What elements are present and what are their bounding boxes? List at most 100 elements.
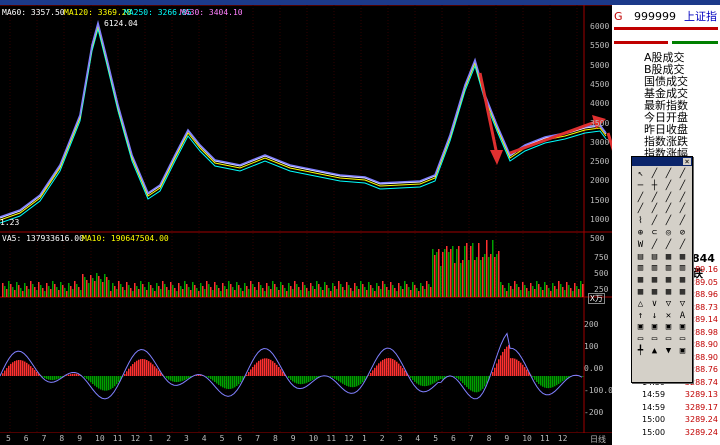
drawing-tool-icon[interactable]: ▦ xyxy=(663,275,674,286)
volume-bar xyxy=(354,283,356,297)
drawing-tool-icon[interactable]: ┼ xyxy=(649,181,660,192)
drawing-tool-icon[interactable]: ▭ xyxy=(635,334,646,345)
macd-bar xyxy=(422,376,424,387)
drawing-tool-icon[interactable]: ╱ xyxy=(649,193,660,204)
drawing-tool-icon[interactable]: ∨ xyxy=(649,299,660,310)
date-tick: 7 xyxy=(468,434,474,443)
drawing-tool-icon[interactable]: ╱ xyxy=(663,216,674,227)
drawing-tool-icon[interactable]: ◎ xyxy=(663,228,674,239)
volume-bar xyxy=(578,289,580,297)
drawing-tool-icon[interactable]: ╱ xyxy=(649,169,660,180)
macd-bar xyxy=(558,376,560,384)
drawing-tool-icon[interactable]: ╱ xyxy=(663,193,674,204)
macd-bar xyxy=(256,362,258,376)
drawing-tool-icon[interactable]: ▽ xyxy=(677,299,688,310)
drawing-tool-icon[interactable]: ╱ xyxy=(677,240,688,251)
drawing-tool-icon[interactable]: ▦ xyxy=(635,275,646,286)
drawing-tool-icon[interactable]: ╱ xyxy=(649,240,660,251)
volume-bar xyxy=(254,287,256,297)
drawing-tool-icon[interactable]: ▲ xyxy=(649,346,660,357)
drawing-tool-icon[interactable]: ▤ xyxy=(635,252,646,263)
drawing-tool-icon[interactable]: ⊂ xyxy=(649,228,660,239)
drawing-tool-icon[interactable]: ╱ xyxy=(677,216,688,227)
drawing-tool-icon[interactable]: ╱ xyxy=(649,204,660,215)
drawing-tool-icon[interactable]: ▦ xyxy=(677,275,688,286)
drawing-tool-icon[interactable]: ▦ xyxy=(677,287,688,298)
drawing-tool-icon[interactable]: ▣ xyxy=(649,322,660,333)
volume-bar xyxy=(190,290,192,297)
drawing-tool-icon[interactable]: ╱ xyxy=(677,169,688,180)
drawing-tool-icon[interactable]: ⊕ xyxy=(635,228,646,239)
volume-bar xyxy=(94,281,96,297)
drawing-tool-icon[interactable]: ╱ xyxy=(677,181,688,192)
drawing-tool-icon[interactable]: ▤ xyxy=(649,252,660,263)
drawing-tool-icon[interactable]: ▣ xyxy=(677,346,688,357)
drawing-tool-icon[interactable]: ▦ xyxy=(677,252,688,263)
volume-bar xyxy=(430,287,432,297)
volume-bar xyxy=(222,283,224,297)
drawing-tool-icon[interactable]: ↑ xyxy=(635,311,646,322)
drawing-tool-icon[interactable]: ╱ xyxy=(677,193,688,204)
volume-bar xyxy=(374,291,376,297)
drawing-tool-icon[interactable]: ╱ xyxy=(649,216,660,227)
drawing-tool-icon[interactable]: ✕ xyxy=(663,311,674,322)
volume-bar xyxy=(120,284,122,297)
drawing-tool-icon[interactable]: ↓ xyxy=(649,311,660,322)
macd-bar xyxy=(264,358,266,376)
peak-label: 6124.04 xyxy=(104,19,138,28)
drawing-tool-icon[interactable]: ▦ xyxy=(649,275,660,286)
drawing-tool-icon[interactable]: ╱ xyxy=(677,204,688,215)
macd-bar xyxy=(466,376,468,388)
drawing-toolbox[interactable]: × ↖ ╱ ╱ ╱ ─ ┼ ╱ ╱ ╱ ╱ ╱ ╱ ╱ ╱ ╱ ╱ ⌇ ╱ ╱ ╱ ⊕ ⊂ ◎ ⊘ W ╱ ╱ ╱ ▤ ▤ ▦ ▦ ▥ ▥ ▥ ▥ ▦ ▦… xyxy=(631,156,693,383)
drawing-tool-icon[interactable]: ▥ xyxy=(635,263,646,274)
drawing-tool-icon[interactable]: ╱ xyxy=(663,181,674,192)
volume-bar xyxy=(580,281,582,297)
drawing-tool-icon[interactable]: ▦ xyxy=(635,287,646,298)
drawing-tool-icon[interactable]: ╱ xyxy=(663,204,674,215)
drawing-tool-icon[interactable]: ▥ xyxy=(677,263,688,274)
drawing-tool-icon[interactable]: ▭ xyxy=(649,334,660,345)
drawing-tool-icon[interactable]: ▦ xyxy=(649,287,660,298)
drawing-tool-icon[interactable]: ▽ xyxy=(663,299,674,310)
drawing-tool-icon[interactable]: ⊘ xyxy=(677,228,688,239)
drawing-tool-icon[interactable]: ─ xyxy=(635,181,646,192)
drawing-tool-icon[interactable]: ╱ xyxy=(663,169,674,180)
drawing-tool-icon[interactable]: ▣ xyxy=(635,322,646,333)
kline-chart[interactable] xyxy=(0,5,612,433)
drawing-tool-icon[interactable]: ▥ xyxy=(649,263,660,274)
volume-bar xyxy=(448,252,450,297)
date-axis: 5 6 7 8 9 10 11 12 1 2 3 4 5 6 7 8 9 10 11 12 1 2 3 4 5 6 7 8 9 10 11 1… xyxy=(0,433,612,445)
volume-bar xyxy=(38,282,40,297)
volume-bar xyxy=(76,284,78,297)
volume-bar xyxy=(228,281,230,297)
drawing-tool-icon[interactable]: ▥ xyxy=(663,263,674,274)
drawing-tool-icon[interactable]: ╱ xyxy=(635,193,646,204)
macd-bar xyxy=(96,376,98,388)
volume-bar xyxy=(234,290,236,297)
stock-header[interactable]: G 999999 上证指 xyxy=(612,10,720,24)
drawing-tool-icon[interactable]: W xyxy=(635,240,646,251)
macd-bar xyxy=(340,376,342,383)
macd-bar xyxy=(92,376,94,385)
drawing-tool-icon[interactable]: ▦ xyxy=(663,287,674,298)
drawing-tool-icon[interactable]: ↖ xyxy=(635,169,646,180)
drawing-tool-icon[interactable]: △ xyxy=(635,299,646,310)
date-tick: 12 xyxy=(344,434,354,443)
drawing-tool-icon[interactable]: ▣ xyxy=(663,322,674,333)
drawing-tool-icon[interactable]: ▣ xyxy=(677,322,688,333)
price-axis-tick: 4500 xyxy=(590,79,610,89)
drawing-tool-icon[interactable]: ▦ xyxy=(663,252,674,263)
drawing-tool-icon[interactable]: ╱ xyxy=(663,240,674,251)
drawing-tool-icon[interactable]: ╇ xyxy=(635,346,646,357)
drawing-tool-icon[interactable]: ▭ xyxy=(663,334,674,345)
drawing-tool-icon[interactable]: ╱ xyxy=(635,204,646,215)
volume-bar xyxy=(142,284,144,297)
drawing-tool-icon[interactable]: ⌇ xyxy=(635,216,646,227)
macd-bar xyxy=(168,376,170,380)
drawing-tool-icon[interactable]: ▭ xyxy=(677,334,688,345)
close-icon[interactable]: × xyxy=(683,158,691,166)
volume-bar xyxy=(500,282,502,297)
macd-bar xyxy=(98,376,100,389)
drawing-tool-icon[interactable]: ▼ xyxy=(663,346,674,357)
drawing-tool-icon[interactable]: A xyxy=(677,311,688,322)
